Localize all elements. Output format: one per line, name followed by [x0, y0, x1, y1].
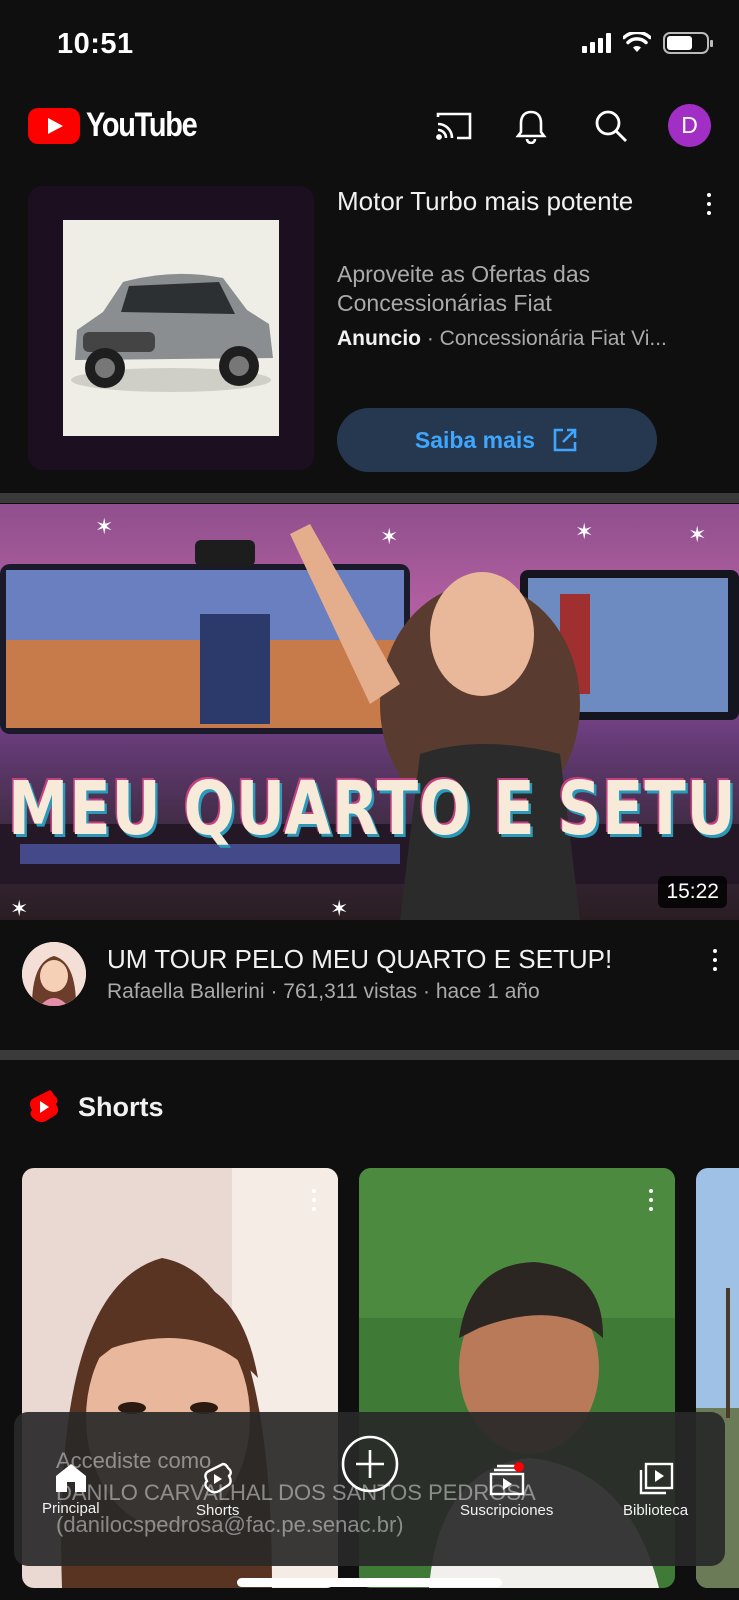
- video-info[interactable]: UM TOUR PELO MEU QUARTO E SETUP! Rafaell…: [0, 936, 739, 1026]
- section-divider: [0, 493, 739, 503]
- channel-avatar[interactable]: [22, 942, 86, 1006]
- battery-icon: [663, 32, 713, 54]
- ad-thumbnail[interactable]: [28, 186, 314, 470]
- upload-age: hace 1 año: [435, 980, 540, 1003]
- library-icon: [639, 1462, 673, 1495]
- video-more-options-icon[interactable]: [705, 946, 725, 974]
- short-more-options-icon[interactable]: [641, 1186, 661, 1214]
- cta-label: Saiba mais: [414, 426, 536, 453]
- svg-text:✶: ✶: [330, 896, 348, 920]
- nav-label-home: Principal: [42, 1500, 100, 1517]
- nav-subscriptions[interactable]: Suscripciones: [460, 1462, 553, 1519]
- ad-meta: Anuncio · Concessionária Fiat Vi...: [337, 327, 667, 350]
- open-external-icon: [553, 428, 577, 452]
- nav-label-subscriptions: Suscripciones: [460, 1502, 554, 1519]
- svg-text:✶: ✶: [688, 522, 706, 547]
- ad-label: Anuncio: [337, 327, 421, 350]
- svg-text:✶: ✶: [95, 514, 113, 539]
- shorts-logo-icon: [29, 1090, 59, 1123]
- ad-title[interactable]: Motor Turbo mais potente: [337, 184, 687, 218]
- home-icon: [55, 1464, 86, 1492]
- bottom-navigation: Accediste como DANILO CARVALHAL DOS SANT…: [14, 1412, 725, 1566]
- youtube-logo[interactable]: YouTube: [28, 106, 216, 145]
- top-app-bar: YouTube D: [0, 90, 739, 162]
- shorts-shelf-header: Shorts: [28, 1088, 164, 1126]
- ad-advertiser: Concessionária Fiat Vi...: [439, 327, 667, 350]
- video-title[interactable]: UM TOUR PELO MEU QUARTO E SETUP!: [107, 944, 612, 975]
- svg-text:✶: ✶: [380, 524, 398, 549]
- shorts-icon: [203, 1462, 232, 1494]
- nav-library[interactable]: Biblioteca: [623, 1462, 688, 1519]
- channel-name[interactable]: Rafaella Ballerini: [107, 980, 265, 1003]
- ad-more-options-icon[interactable]: [699, 190, 719, 218]
- shorts-title: Shorts: [78, 1091, 164, 1122]
- video-thumbnail[interactable]: ✶ ✶ ✶ ✶ ✶ ✶ MEU QUARTO E SETUP 15:22: [0, 504, 739, 920]
- short-more-options-icon[interactable]: [304, 1186, 324, 1214]
- nav-create[interactable]: [340, 1434, 400, 1494]
- nav-home[interactable]: Principal: [42, 1462, 100, 1517]
- section-divider: [0, 1050, 739, 1060]
- ad-card[interactable]: Motor Turbo mais potente Aproveite as Of…: [0, 182, 739, 482]
- notifications-bell-icon[interactable]: [511, 106, 551, 146]
- account-avatar[interactable]: D: [668, 104, 711, 147]
- ad-description: Aproveite as Ofertas das Concessionárias…: [337, 261, 591, 316]
- svg-text:✶: ✶: [575, 519, 593, 544]
- svg-text:✶: ✶: [10, 896, 28, 920]
- subscriptions-icon: [489, 1462, 524, 1496]
- search-icon[interactable]: [591, 106, 631, 146]
- create-icon: [341, 1435, 399, 1493]
- nav-label-library: Biblioteca: [623, 1502, 689, 1519]
- saiba-mais-button[interactable]: Saiba mais: [337, 408, 657, 472]
- status-icons: [582, 32, 713, 54]
- home-indicator[interactable]: [237, 1578, 502, 1587]
- wifi-icon: [623, 32, 651, 52]
- cast-icon[interactable]: [434, 106, 474, 146]
- thumbnail-caption: MEU QUARTO E SETUP: [8, 766, 739, 852]
- video-duration: 15:22: [658, 876, 727, 908]
- nav-shorts[interactable]: Shorts: [196, 1462, 239, 1519]
- logo-text: YouTube: [86, 106, 198, 144]
- cellular-signal-icon: [582, 33, 611, 53]
- nav-label-shorts: Shorts: [196, 1502, 240, 1519]
- view-count: 761,311 vistas: [283, 980, 418, 1003]
- youtube-play-icon: [28, 107, 80, 144]
- thumbnail-scene: ✶ ✶ ✶ ✶ ✶ ✶: [0, 514, 739, 920]
- video-meta: Rafaella Ballerini · 761,311 vistas · ha…: [107, 980, 540, 1003]
- status-time: 10:51: [57, 28, 134, 60]
- car-image: [63, 220, 279, 436]
- status-bar: 10:51: [0, 0, 739, 90]
